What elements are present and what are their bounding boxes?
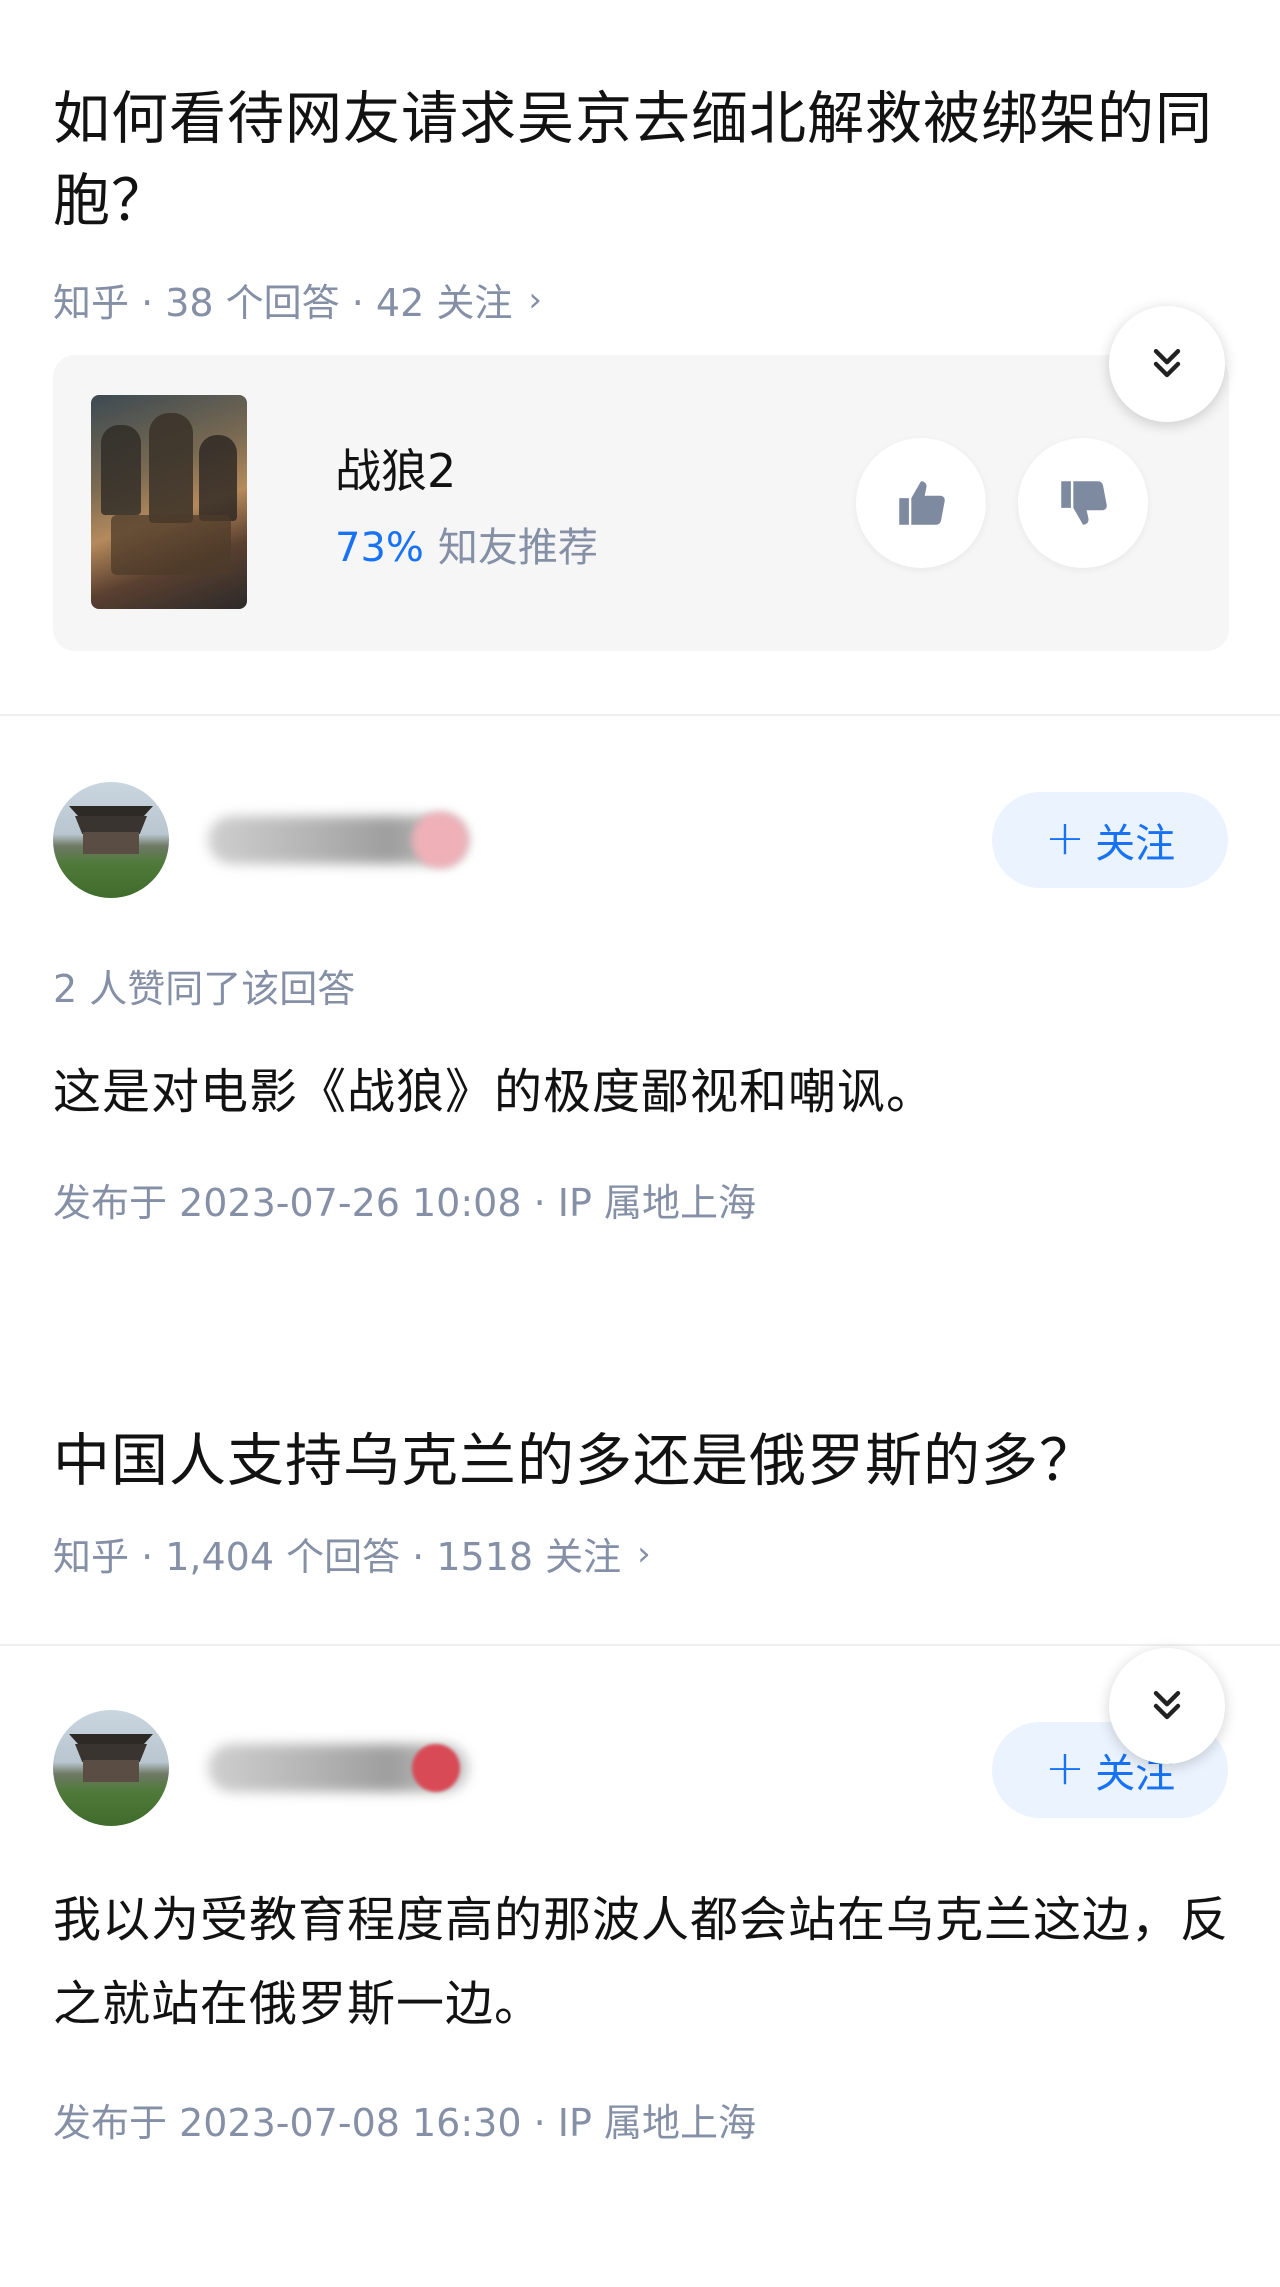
- movie-poster-image: [91, 395, 247, 609]
- collapse-button[interactable]: [1109, 1648, 1225, 1764]
- movie-card[interactable]: 战狼2 73% 知友推荐: [53, 355, 1229, 651]
- question-meta-text: 知乎 · 1,404 个回答 · 1518 关注: [53, 1535, 622, 1579]
- publish-info: 发布于 2023-07-08 16:30 · IP 属地上海: [53, 2101, 756, 2145]
- author-badge-icon: [412, 1744, 460, 1792]
- question-meta[interactable]: 知乎 · 1,404 个回答 · 1518 关注 ›: [53, 1526, 651, 1581]
- recommend-label: 知友推荐: [437, 525, 598, 571]
- chevron-right-icon: ›: [528, 279, 542, 320]
- avatar[interactable]: [53, 782, 169, 898]
- like-button[interactable]: [856, 438, 986, 568]
- plus-icon: +: [1044, 1740, 1086, 1796]
- thumbs-down-icon: [1061, 481, 1107, 525]
- avatar[interactable]: [53, 1710, 169, 1826]
- publish-info: 发布于 2023-07-26 10:08 · IP 属地上海: [53, 1181, 756, 1225]
- question-meta-text: 知乎 · 38 个回答 · 42 关注: [53, 281, 513, 325]
- thumbs-up-icon: [899, 481, 945, 525]
- vote-count: 2 人赞同了该回答: [53, 967, 356, 1011]
- dislike-button[interactable]: [1018, 438, 1148, 568]
- movie-rating: 73% 知友推荐: [335, 515, 598, 573]
- double-chevron-down-icon: [1153, 1690, 1181, 1720]
- movie-title: 战狼2: [335, 444, 457, 498]
- question-title[interactable]: 中国人支持乌克兰的多还是俄罗斯的多？: [53, 1420, 1233, 1502]
- author-badge-icon: [412, 812, 468, 868]
- follow-button[interactable]: + 关注: [992, 792, 1228, 888]
- question-meta[interactable]: 知乎 · 38 个回答 · 42 关注 ›: [53, 272, 542, 327]
- chevron-right-icon: ›: [637, 1533, 651, 1574]
- divider: [0, 714, 1280, 716]
- answer-content[interactable]: 我以为受教育程度高的那波人都会站在乌克兰这边，反之就站在俄罗斯一边。: [53, 1878, 1233, 2046]
- question-title[interactable]: 如何看待网友请求吴京去缅北解救被绑架的同胞？: [53, 78, 1233, 242]
- divider: [0, 1644, 1280, 1646]
- collapse-button[interactable]: [1109, 306, 1225, 422]
- double-chevron-down-icon: [1153, 348, 1181, 378]
- follow-label: 关注: [1095, 821, 1176, 867]
- plus-icon: +: [1044, 810, 1086, 866]
- recommend-percent: 73%: [335, 525, 424, 571]
- answer-content[interactable]: 这是对电影《战狼》的极度鄙视和嘲讽。: [53, 1050, 1233, 1134]
